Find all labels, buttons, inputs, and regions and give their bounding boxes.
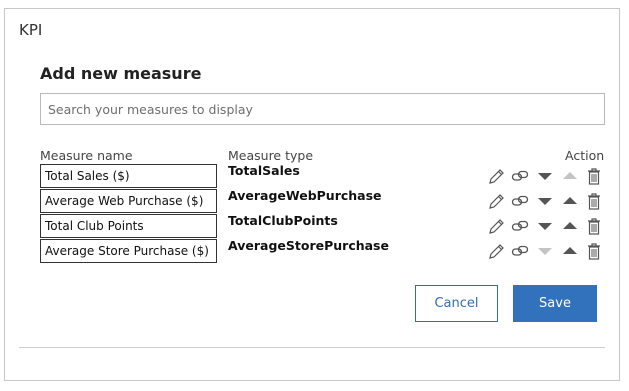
measure-name-field[interactable]: Average Web Purchase ($)	[40, 189, 217, 213]
move-up-icon[interactable]	[561, 241, 579, 261]
edit-icon[interactable]	[487, 191, 505, 211]
measure-name-field[interactable]: Total Club Points	[40, 214, 217, 238]
delete-icon[interactable]	[585, 216, 603, 236]
save-button[interactable]: Save	[513, 285, 597, 322]
search-input[interactable]	[40, 93, 605, 125]
row-actions	[487, 216, 607, 236]
measure-name-field[interactable]: Average Store Purchase ($)	[40, 239, 217, 263]
delete-icon[interactable]	[585, 166, 603, 186]
link-icon[interactable]	[511, 166, 529, 186]
row-actions	[487, 166, 607, 186]
link-icon[interactable]	[511, 216, 529, 236]
panel-title: KPI	[19, 21, 43, 39]
measure-type-label: AverageWebPurchase	[228, 188, 382, 203]
column-header-measure-type: Measure type	[228, 148, 314, 163]
edit-icon[interactable]	[487, 216, 505, 236]
move-down-icon[interactable]	[536, 191, 554, 211]
divider	[19, 347, 605, 348]
kpi-panel: KPI Add new measure Measure name Measure…	[4, 8, 620, 381]
move-up-icon[interactable]	[561, 216, 579, 236]
column-header-measure-name: Measure name	[40, 148, 133, 163]
measure-type-label: TotalClubPoints	[228, 213, 338, 228]
move-down-icon	[536, 241, 554, 261]
row-actions	[487, 191, 607, 211]
row-actions	[487, 241, 607, 261]
column-header-action: Action	[565, 148, 605, 163]
link-icon[interactable]	[511, 191, 529, 211]
measure-name-field[interactable]: Total Sales ($)	[40, 164, 217, 188]
delete-icon[interactable]	[585, 241, 603, 261]
section-heading: Add new measure	[40, 64, 202, 83]
move-down-icon[interactable]	[536, 166, 554, 186]
move-up-icon	[561, 166, 579, 186]
measure-type-label: AverageStorePurchase	[228, 238, 389, 253]
measure-type-label: TotalSales	[228, 163, 300, 178]
move-up-icon[interactable]	[561, 191, 579, 211]
edit-icon[interactable]	[487, 241, 505, 261]
cancel-button[interactable]: Cancel	[415, 285, 498, 322]
delete-icon[interactable]	[585, 191, 603, 211]
edit-icon[interactable]	[487, 166, 505, 186]
move-down-icon[interactable]	[536, 216, 554, 236]
link-icon[interactable]	[511, 241, 529, 261]
